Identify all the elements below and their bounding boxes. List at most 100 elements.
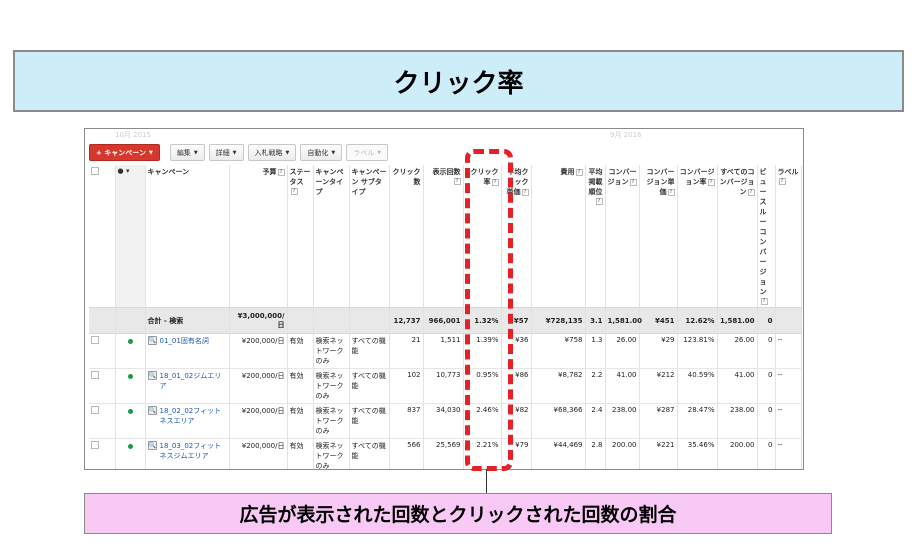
- help-icon[interactable]: ?: [595, 197, 603, 205]
- total-avg-position: 3.1: [585, 307, 606, 334]
- budget-cell[interactable]: ¥200,000/日: [229, 368, 288, 404]
- status-sort-header[interactable]: ● ▾: [115, 165, 146, 308]
- header-campaign[interactable]: キャンペーン: [145, 165, 230, 308]
- header-clicks[interactable]: クリック数: [389, 165, 424, 308]
- cost-per-conv-cell: ¥287: [639, 403, 678, 439]
- help-icon[interactable]: ?: [747, 188, 755, 196]
- campaign-table: ● ▾ キャンペーン 予算? ステータス? キャンペーンタイプ キャンペーン サ…: [89, 165, 802, 469]
- total-view-through: 0: [757, 307, 776, 334]
- total-clicks: 12,737: [389, 307, 424, 334]
- header-all-conversions[interactable]: すべてのコンバージョン?: [717, 165, 758, 308]
- caption-box: 広告が表示された回数とクリックされた回数の割合: [84, 493, 832, 534]
- help-icon[interactable]: ?: [277, 168, 285, 176]
- header-status[interactable]: ステータス?: [287, 165, 314, 308]
- conv-rate-cell: 40.59%: [677, 368, 718, 404]
- help-icon[interactable]: ?: [290, 187, 298, 195]
- labels-button[interactable]: ラベル ▼: [346, 144, 389, 161]
- conversions-cell: 26.00: [605, 333, 640, 369]
- campaign-link[interactable]: 01_01固有名詞: [160, 336, 209, 346]
- status-cell: 有効: [287, 333, 314, 369]
- budget-cell[interactable]: ¥200,000/日: [229, 438, 288, 469]
- header-subtype[interactable]: キャンペーン サブタイプ: [349, 165, 390, 308]
- header-conversions[interactable]: コンバージョン?: [605, 165, 640, 308]
- bid-strategy-button[interactable]: 入札戦略 ▼: [247, 144, 297, 161]
- chevron-down-icon: ▼: [193, 149, 198, 156]
- clicks-cell: 837: [389, 403, 424, 439]
- table-header-row: ● ▾ キャンペーン 予算? ステータス? キャンペーンタイプ キャンペーン サ…: [89, 165, 802, 308]
- status-cell: 有効: [287, 368, 314, 404]
- ghost-date-right: 9月 2016: [610, 131, 642, 139]
- budget-cell[interactable]: ¥200,000/日: [229, 403, 288, 439]
- header-cost[interactable]: 費用?: [531, 165, 586, 308]
- clicks-cell: 102: [389, 368, 424, 404]
- cost-cell: ¥758: [531, 333, 586, 369]
- edit-button[interactable]: 編集 ▼: [169, 144, 205, 161]
- total-conv-rate: 12.62%: [677, 307, 718, 334]
- header-labels[interactable]: ラベル?: [775, 165, 802, 308]
- cost-per-conv-cell: ¥212: [639, 368, 678, 404]
- help-icon[interactable]: ?: [521, 188, 529, 196]
- status-dot-icon: ● ▾: [117, 167, 130, 175]
- help-icon[interactable]: ?: [629, 178, 637, 186]
- help-icon[interactable]: ?: [453, 177, 461, 185]
- labels-cell: --: [775, 368, 802, 404]
- campaign-link[interactable]: 18_03_02フィットネスジムエリア: [160, 441, 227, 461]
- header-cost-per-conv[interactable]: コンバージョン単価?: [639, 165, 678, 308]
- cost-cell: ¥68,366: [531, 403, 586, 439]
- header-impressions[interactable]: 表示回数?: [423, 165, 464, 308]
- budget-cell[interactable]: ¥200,000/日: [229, 333, 288, 369]
- row-checkbox[interactable]: [89, 438, 116, 469]
- select-all-checkbox[interactable]: [89, 165, 116, 308]
- add-campaign-button[interactable]: + キャンペーン ▼: [89, 144, 160, 161]
- ctr-column-highlight: [465, 149, 513, 471]
- cost-cell: ¥8,782: [531, 368, 586, 404]
- help-icon[interactable]: ?: [667, 188, 675, 196]
- view-through-cell: 0: [757, 368, 776, 404]
- conv-rate-cell: 28.47%: [677, 403, 718, 439]
- total-row: 合計 - 検索 ¥3,000,000/日 12,737 966,001 1.32…: [89, 307, 802, 334]
- status-dot-icon: [115, 333, 146, 369]
- total-budget: ¥3,000,000/日: [229, 307, 288, 334]
- cost-per-conv-cell: ¥29: [639, 333, 678, 369]
- header-avg-position[interactable]: 平均掲載順位?: [585, 165, 606, 308]
- all-conversions-cell: 26.00: [717, 333, 758, 369]
- conversions-cell: 238.00: [605, 403, 640, 439]
- row-checkbox[interactable]: [89, 333, 116, 369]
- header-budget[interactable]: 予算?: [229, 165, 288, 308]
- status-dot-icon: [115, 438, 146, 469]
- total-label: 合計 - 検索: [145, 307, 230, 334]
- chevron-down-icon: ▼: [148, 149, 153, 156]
- adwords-screenshot: 10月 2015 9月 2016 + キャンペーン ▼ 編集 ▼ 詳細 ▼ 入札戦略 ▼…: [84, 128, 804, 470]
- status-dot-icon: [115, 403, 146, 439]
- callout-pointer-line: [486, 469, 487, 493]
- conversions-cell: 41.00: [605, 368, 640, 404]
- chevron-down-icon: ▼: [232, 149, 237, 156]
- conv-rate-cell: 123.81%: [677, 333, 718, 369]
- clicks-cell: 566: [389, 438, 424, 469]
- automate-button[interactable]: 自動化 ▼: [300, 144, 343, 161]
- help-icon[interactable]: ?: [575, 168, 583, 176]
- header-conv-rate[interactable]: コンバージョン率?: [677, 165, 718, 308]
- caption-text: 広告が表示された回数とクリックされた回数の割合: [239, 504, 677, 526]
- row-checkbox[interactable]: [89, 368, 116, 404]
- table-row: 🔍 01_01固有名詞 ¥200,000/日 有効 検索ネットワークのみ すべての…: [89, 333, 802, 369]
- help-icon[interactable]: ?: [707, 178, 715, 186]
- labels-cell: --: [775, 438, 802, 469]
- campaign-link[interactable]: 18_02_02フィットネスエリア: [160, 406, 227, 426]
- header-campaign-type[interactable]: キャンペーンタイプ: [313, 165, 350, 308]
- campaign-link[interactable]: 18_01_02ジムエリア: [160, 371, 227, 391]
- help-icon[interactable]: ?: [778, 177, 786, 185]
- details-button[interactable]: 詳細 ▼: [208, 144, 244, 161]
- campaign-toolbar: + キャンペーン ▼ 編集 ▼ 詳細 ▼ 入札戦略 ▼ 自動化 ▼ ラベル ▼: [89, 144, 389, 162]
- row-checkbox[interactable]: [89, 403, 116, 439]
- total-cost-per-conv: ¥451: [639, 307, 678, 334]
- table-row: 🔍 18_02_02フィットネスエリア ¥200,000/日 有効 検索ネットワー…: [89, 403, 802, 439]
- status-dot-icon: [115, 368, 146, 404]
- help-icon[interactable]: ?: [760, 297, 768, 305]
- labels-cell: --: [775, 333, 802, 369]
- subtype-cell: すべての機能: [349, 438, 390, 469]
- header-view-through[interactable]: ビュースルーコンバージョン?: [757, 165, 776, 308]
- chevron-down-icon: ▼: [331, 149, 336, 156]
- subtype-cell: すべての機能: [349, 403, 390, 439]
- search-icon: 🔍: [147, 371, 157, 380]
